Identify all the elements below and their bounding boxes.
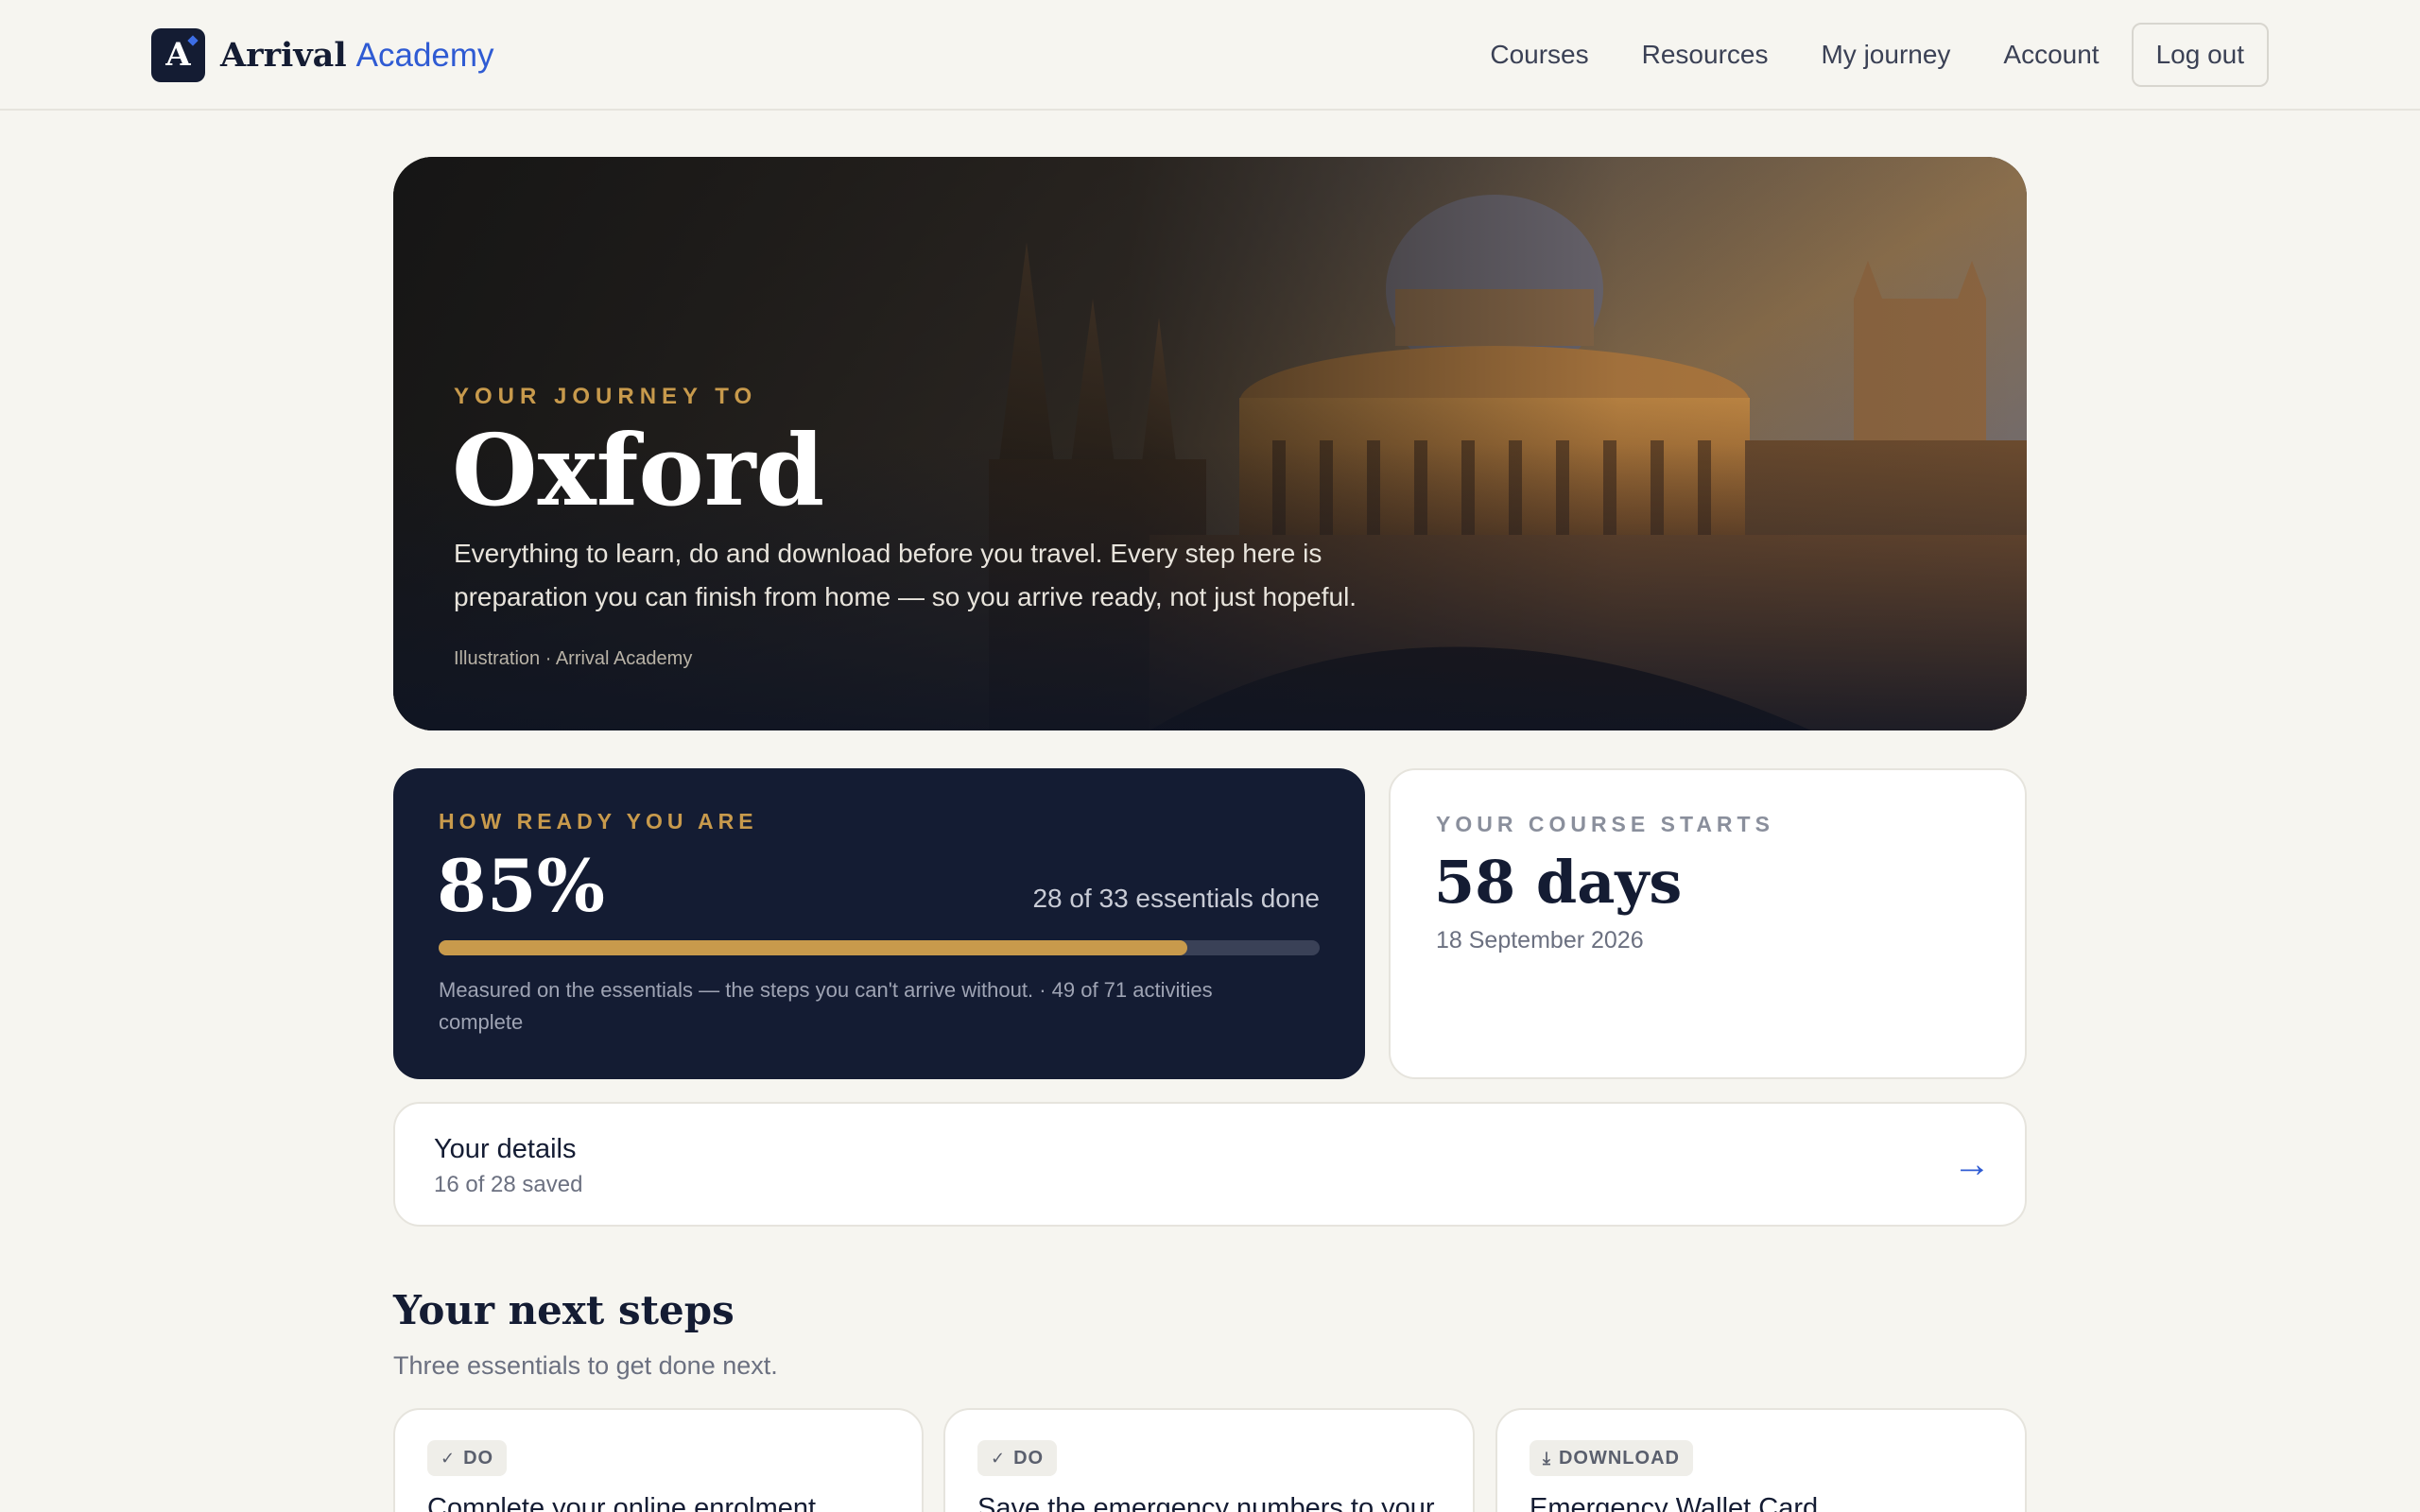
readiness-note: Measured on the essentials — the steps y…	[439, 978, 1213, 1034]
brand-name: Arrival	[220, 35, 347, 75]
badge-label: DOWNLOAD	[1558, 1447, 1680, 1469]
course-start-days: 58 days	[1434, 848, 1683, 917]
brand-name-accent: Academy	[355, 36, 494, 74]
nav-links: Courses Resources My journey Account Log…	[1437, 23, 2269, 87]
nav-link-account[interactable]: Account	[2003, 40, 2099, 70]
step-title: Save the emergency numbers to your	[977, 1493, 1435, 1512]
hero-description: Everything to learn, do and download bef…	[454, 539, 1357, 611]
course-start-date: 18 September 2026	[1436, 927, 1644, 954]
next-steps-subtitle: Three essentials to get done next.	[393, 1351, 778, 1380]
arrow-right-icon: →	[1953, 1143, 1991, 1185]
hero-credit: Illustration · Arrival Academy	[454, 648, 693, 669]
step-title: Emergency Wallet Card	[1530, 1493, 1819, 1512]
course-start-eyebrow: YOUR COURSE STARTS	[1436, 812, 1774, 836]
course-start-card: YOUR COURSE STARTS 58 days 18 September …	[1389, 768, 2027, 1079]
check-icon: ✓	[991, 1448, 1007, 1468]
hero-title: Oxford	[452, 412, 825, 528]
logout-button[interactable]: Log out	[2131, 23, 2269, 87]
top-nav: A Arrival Academy Courses Resources My j…	[0, 0, 2420, 111]
readiness-progress-bar	[439, 940, 1320, 955]
readiness-eyebrow: HOW READY YOU ARE	[439, 809, 758, 833]
nav-link-resources[interactable]: Resources	[1642, 40, 1769, 70]
download-icon: ⤓	[1543, 1448, 1551, 1468]
hero-banner: YOUR JOURNEY TO Oxford Everything to lea…	[393, 157, 2027, 730]
nav-link-courses[interactable]: Courses	[1490, 40, 1588, 70]
step-type-badge: ✓ DO	[427, 1440, 508, 1476]
step-title: Complete your online enrolment	[427, 1493, 817, 1512]
brand-logo[interactable]: A Arrival Academy	[151, 27, 494, 82]
readiness-card: HOW READY YOU ARE 85% 28 of 33 essential…	[393, 768, 1365, 1079]
hero-eyebrow: YOUR JOURNEY TO	[454, 384, 758, 409]
badge-label: DO	[463, 1447, 494, 1469]
details-title: Your details	[434, 1134, 577, 1164]
your-details-card[interactable]: Your details 16 of 28 saved →	[393, 1102, 2027, 1227]
next-step-card[interactable]: ✓ DO Save the emergency numbers to your	[943, 1408, 1475, 1512]
step-type-badge: ✓ DO	[977, 1440, 1058, 1476]
readiness-count: 28 of 33 essentials done	[1032, 884, 1320, 913]
next-steps-title: Your next steps	[393, 1287, 735, 1333]
badge-label: DO	[1013, 1447, 1045, 1469]
readiness-percent: 85%	[437, 844, 605, 928]
readiness-progress-fill	[439, 940, 1188, 955]
nav-link-my-journey[interactable]: My journey	[1821, 40, 1950, 70]
details-subtitle: 16 of 28 saved	[434, 1172, 583, 1197]
step-type-badge: ⤓ DOWNLOAD	[1530, 1440, 1693, 1476]
check-icon: ✓	[441, 1448, 457, 1468]
brand-wordmark: Arrival Academy	[220, 36, 494, 75]
logo-mark-icon: A	[151, 27, 205, 82]
next-step-card[interactable]: ⤓ DOWNLOAD Emergency Wallet Card	[1495, 1408, 2027, 1512]
next-step-card[interactable]: ✓ DO Complete your online enrolment	[393, 1408, 924, 1512]
